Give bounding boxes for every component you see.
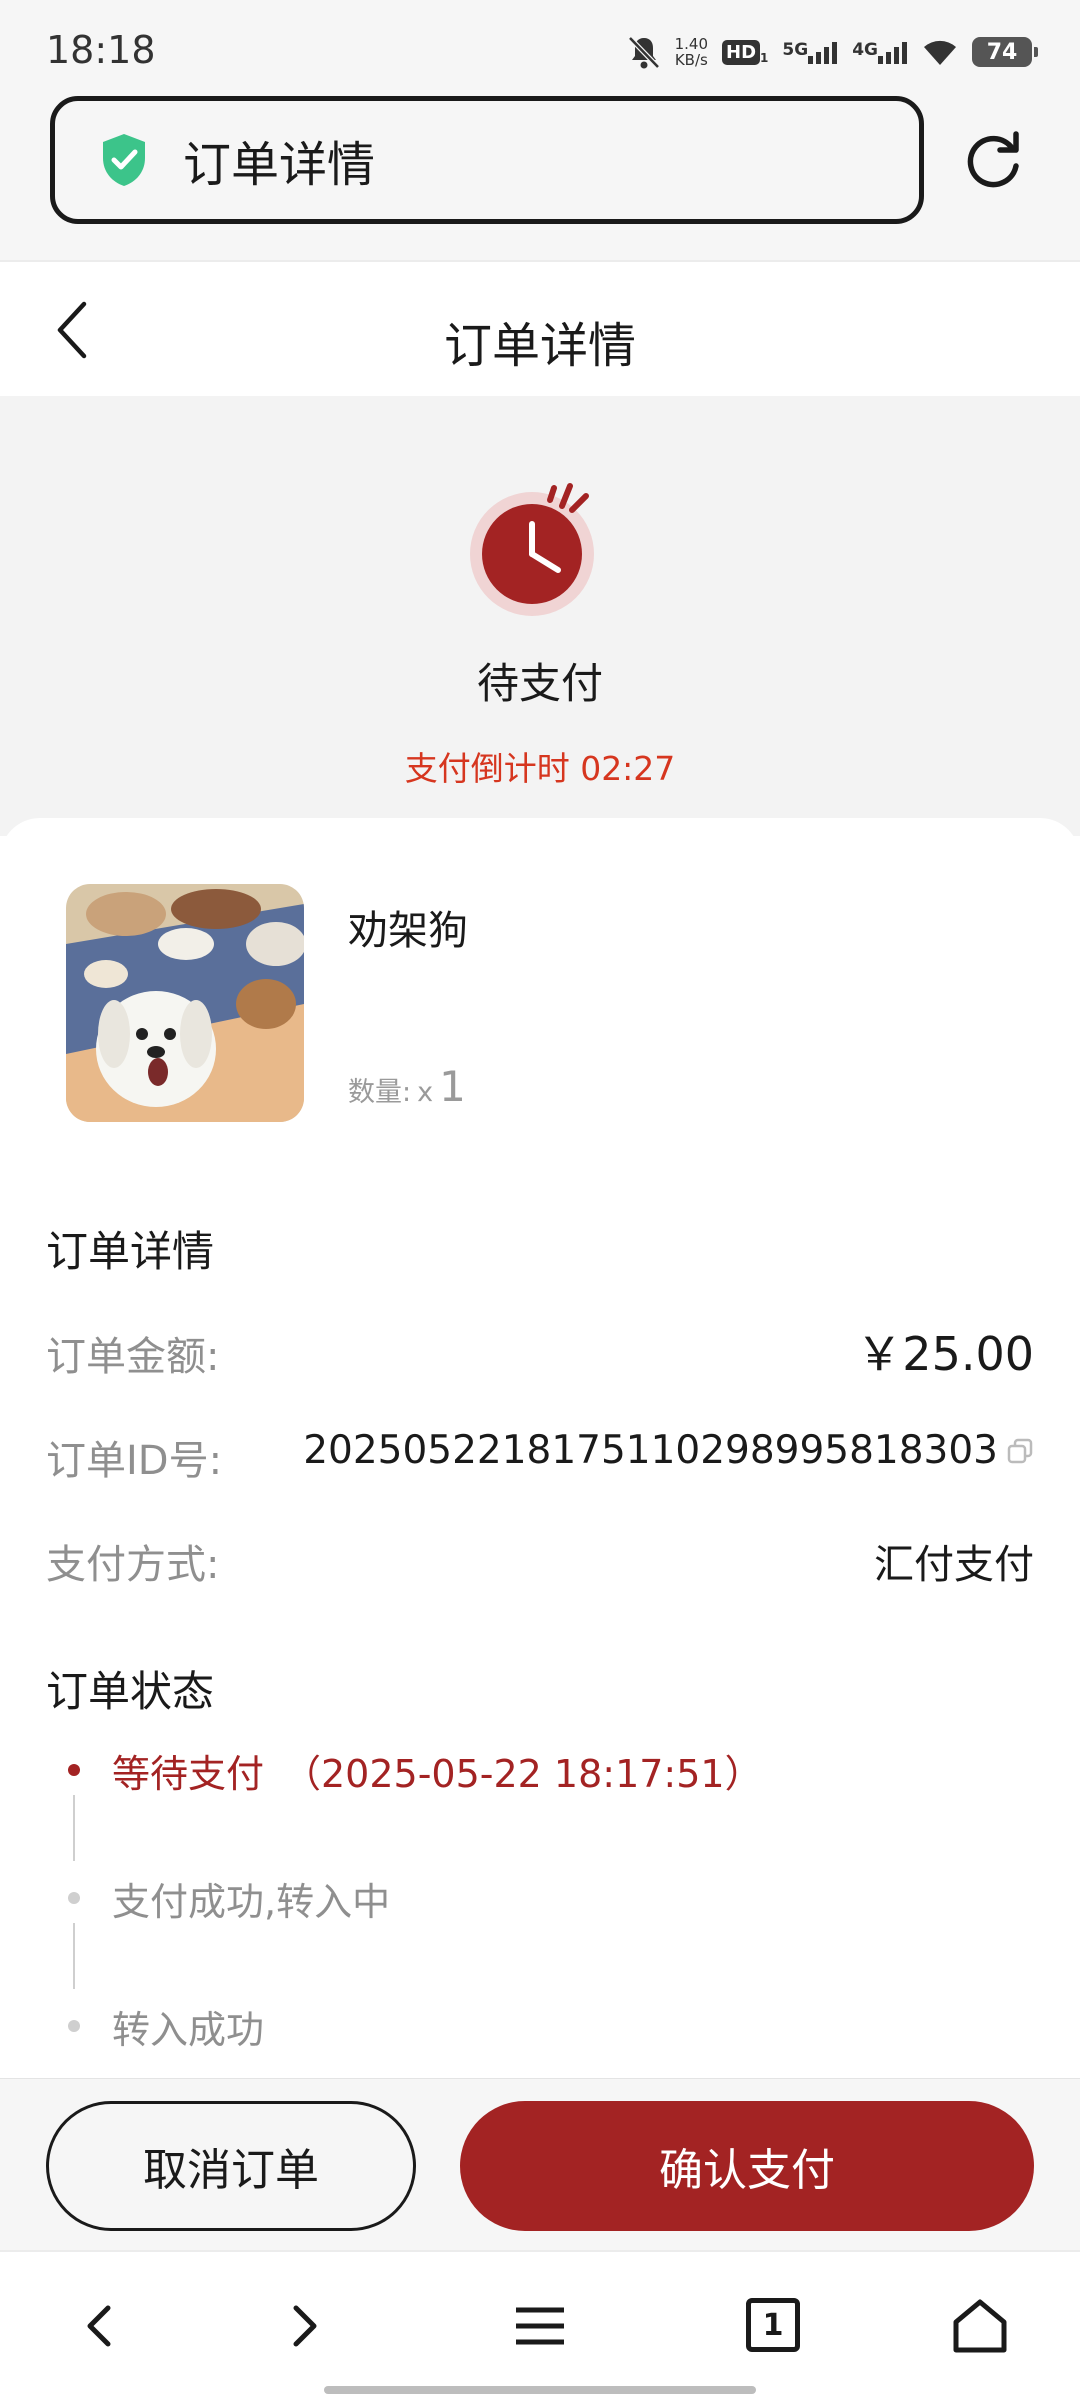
browser-nav-bar: 1 [0, 2250, 1080, 2400]
refresh-icon[interactable] [962, 130, 1024, 192]
home-icon[interactable] [950, 2296, 1010, 2356]
timeline-step-waiting: 等待支付 （2025-05-22 18:17:51） [112, 1752, 763, 1796]
order-id-text: 20250522181751102989958183​03 [303, 1428, 998, 1473]
order-status-title: 订单状态 [46, 1667, 215, 1716]
quantity-value: 1 [439, 1062, 466, 1111]
order-status-timeline: 等待支付 （2025-05-22 18:17:51） 支付成功,转入中 转入成功 [46, 1743, 1046, 2063]
status-icons: 1.40 KB/s HD 1 5G 4G 74 [627, 30, 1038, 74]
signal-4g-icon: 4G [852, 40, 908, 64]
status-time: 18:18 [46, 28, 156, 72]
clock-icon [470, 483, 594, 616]
timeline-connector [73, 1923, 75, 1989]
payment-method-label: 支付方式: [46, 1542, 220, 1588]
amount-text: ￥25.00 [856, 1327, 1034, 1381]
timeline-dot-active [68, 1764, 80, 1776]
order-id-label: 订单ID号: [46, 1438, 223, 1484]
copy-icon[interactable] [1006, 1437, 1034, 1465]
order-action-bar: 取消订单 确认支付 [0, 2078, 1080, 2250]
page-header: 订单详情 [0, 260, 1080, 396]
timeline-step-transferring: 支付成功,转入中 [112, 1880, 391, 1924]
back-arrow-icon[interactable] [70, 2296, 130, 2356]
tab-count: 1 [762, 2307, 784, 2343]
order-id-value: 20250522181751102989958183​03 [303, 1428, 1034, 1473]
signal-5g-icon: 5G [782, 40, 838, 64]
shield-check-icon [103, 134, 145, 186]
mute-bell-icon [627, 36, 660, 69]
hd-label: HD [722, 39, 761, 65]
product-image [66, 884, 304, 1122]
timeline-step-success: 转入成功 [112, 2008, 265, 2052]
browser-address-bar: 订单详情 [0, 96, 1080, 260]
sim2-label: 4G [852, 40, 878, 60]
payment-method-value: 汇付支付 [874, 1542, 1034, 1588]
cancel-order-button[interactable]: 取消订单 [46, 2101, 416, 2231]
order-status-banner: 待支付 支付倒计时 02:27 [0, 396, 1080, 836]
details-title: 订单详情 [46, 1227, 215, 1276]
wifi-icon [924, 40, 956, 65]
forward-arrow-icon[interactable] [274, 2296, 334, 2356]
net-speed: 1.40 KB/s [675, 36, 708, 68]
timeline-connector [73, 1795, 75, 1861]
quantity-label: 数量: [348, 1077, 412, 1108]
page-title: 订单详情 [443, 318, 636, 374]
menu-icon[interactable] [510, 2296, 570, 2356]
status-title: 待支付 [476, 659, 603, 708]
quantity-prefix: x [417, 1077, 434, 1108]
url-title: 订单详情 [183, 137, 376, 193]
timeline-dot [68, 1892, 80, 1904]
gesture-home-indicator [324, 2386, 756, 2394]
product-name: 劝架狗 [348, 908, 468, 954]
confirm-payment-button[interactable]: 确认支付 [460, 2101, 1034, 2231]
sim1-label: 5G [782, 40, 809, 60]
timeline-dot [68, 2020, 80, 2032]
url-field[interactable]: 订单详情 [50, 96, 924, 224]
order-card: 劝架狗 数量: x1 订单详情 订单金额: ￥25.00 订单ID号: 2025… [0, 818, 1080, 2078]
payment-countdown: 支付倒计时 02:27 [404, 749, 676, 788]
net-speed-value: 1.40 [674, 35, 709, 53]
product-quantity: 数量: x1 [348, 1062, 466, 1111]
tabs-icon[interactable]: 1 [746, 2298, 800, 2352]
amount-label: 订单金额: [46, 1334, 220, 1380]
amount-value: ￥25.00 [856, 1318, 1034, 1384]
net-speed-unit: KB/s [674, 51, 708, 69]
hd-icon: HD 1 [722, 39, 768, 65]
status-bar: 18:18 1.40 KB/s HD 1 5G 4G 74 [0, 0, 1080, 96]
battery-icon: 74 [972, 37, 1038, 67]
